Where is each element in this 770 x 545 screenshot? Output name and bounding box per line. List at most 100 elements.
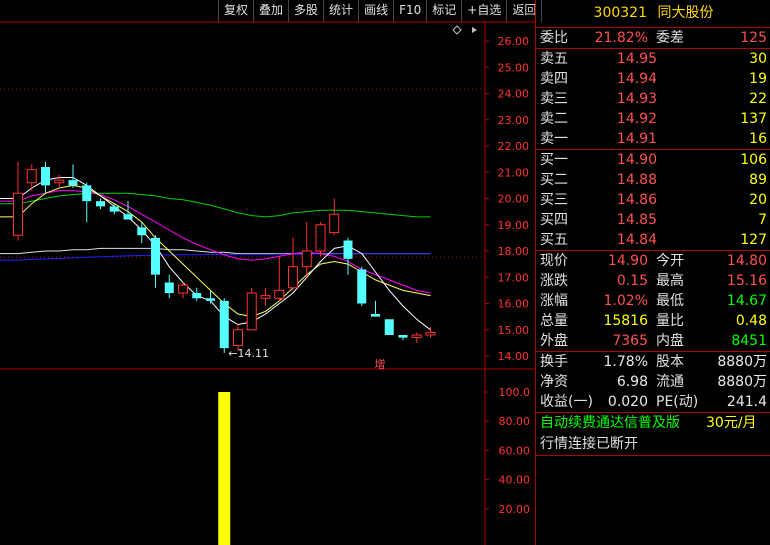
- indicator-tick-label: 40.00: [499, 474, 531, 487]
- candle-body: [301, 250, 312, 268]
- price-tick-label: 23.00: [498, 114, 530, 127]
- candle-body: [68, 180, 78, 186]
- candle-body: [288, 266, 298, 289]
- stock-name: 同大股份: [657, 5, 714, 21]
- candle-body: [164, 282, 174, 293]
- candle-body: [425, 331, 436, 336]
- bid-row: 买二 14.88 89: [536, 170, 770, 190]
- candle-body: [357, 269, 367, 304]
- bid-volume: 106: [740, 152, 767, 168]
- ask-price: 14.94: [616, 71, 657, 87]
- bid-volume: 89: [749, 172, 767, 188]
- stat-value: 15816: [603, 313, 648, 329]
- ask-label: 卖四: [540, 71, 568, 87]
- bid-row: 买一 14.90 106: [536, 150, 770, 170]
- bid-label: 买四: [540, 212, 568, 228]
- ask-price: 14.93: [616, 91, 657, 107]
- bid-row: 买三 14.86 20: [536, 190, 770, 210]
- stat-label: 现价: [540, 253, 568, 269]
- toolbar-biaoji-button[interactable]: 标记: [426, 0, 463, 22]
- candle-body: [178, 284, 188, 294]
- stat-row: 现价 14.90 今开 14.80: [536, 251, 770, 271]
- fundamentals: 换手 1.78% 股本 8880万 净资 6.98 流通 8880万 收益(一)…: [536, 352, 770, 413]
- fundamental-value: 8880万: [717, 374, 767, 390]
- toolbar-tongji-button[interactable]: 统计: [323, 0, 360, 22]
- stat-value: 15.16: [726, 273, 767, 289]
- fundamental-label: 净资: [540, 374, 568, 390]
- stat-label: 今开: [656, 253, 684, 269]
- stat-label: 总量: [540, 313, 568, 329]
- diamond-icon: [452, 25, 462, 35]
- stat-value: 0.15: [616, 273, 648, 289]
- candle-body: [384, 319, 394, 335]
- bid-row: 买五 14.84 127: [536, 230, 770, 250]
- stat-value: 14.80: [726, 253, 767, 269]
- indicator-tick-label: 60.00: [499, 444, 531, 457]
- subscription-banner[interactable]: 自动续费通达信普及版 30元/月: [536, 413, 770, 433]
- weicha-value: 125: [740, 30, 767, 46]
- chart-area[interactable]: 26.00 25.00 24.00 23.00 22.00 21.00 20.00 19.00…: [0, 0, 535, 545]
- ask-label: 卖一: [540, 131, 568, 147]
- bid-row: 买四 14.85 7: [536, 210, 770, 230]
- stat-label: 涨跌: [540, 273, 568, 289]
- fundamental-value: 8880万: [717, 354, 767, 370]
- stat-row: 总量 15816 量比 0.48: [536, 311, 770, 331]
- bid-price: 14.84: [616, 232, 657, 248]
- toolbar-duogu-button[interactable]: 多股: [288, 0, 325, 22]
- stat-row: 涨幅 1.02% 最低 14.67: [536, 291, 770, 311]
- bid-volume: 20: [749, 192, 767, 208]
- candle-body: [233, 329, 243, 346]
- ask-price: 14.92: [616, 111, 657, 127]
- toolbar-zixuan-button[interactable]: +自选: [461, 0, 508, 22]
- candle-body: [371, 314, 380, 317]
- ask-volume: 22: [749, 91, 767, 107]
- toolbar-huaxian-button[interactable]: 画线: [358, 0, 395, 22]
- chart-annotation: 增: [375, 357, 386, 371]
- moving-average-line: [0, 192, 431, 218]
- bid-label: 买三: [540, 192, 568, 208]
- bid-label: 买二: [540, 172, 568, 188]
- ask-row: 卖五 14.95 30: [536, 49, 770, 69]
- candle-body: [151, 237, 160, 275]
- candle-body: [82, 185, 92, 202]
- candle-body: [137, 227, 147, 236]
- candle-body: [96, 201, 105, 207]
- stat-label: 外盘: [540, 333, 568, 349]
- ask-book: 卖五 14.95 30 卖四 14.94 19 卖三 14.93 22 卖二 1…: [536, 49, 770, 150]
- price-tick-label: 17.00: [498, 271, 530, 284]
- stat-value: 1.02%: [603, 293, 648, 309]
- candle-body: [109, 206, 119, 212]
- bid-price: 14.85: [616, 212, 657, 228]
- bid-price: 14.88: [616, 172, 657, 188]
- candle-body: [123, 214, 133, 220]
- ask-volume: 137: [740, 111, 767, 127]
- fundamental-value: 6.98: [616, 374, 648, 390]
- price-tick-label: 25.00: [498, 61, 530, 74]
- stat-row: 涨跌 0.15 最高 15.16: [536, 271, 770, 291]
- fundamental-value: 1.78%: [603, 354, 648, 370]
- ask-label: 卖三: [540, 91, 568, 107]
- indicator-tick-label: 100.0: [499, 386, 531, 399]
- toolbar: 复权 叠加 多股 统计 画线 F10 标记 +自选 返回: [218, 0, 543, 22]
- subscription-text: 自动续费通达信普及版: [540, 415, 680, 431]
- toolbar-diejia-button[interactable]: 叠加: [253, 0, 290, 22]
- scroll-right-icon: [472, 27, 477, 33]
- price-tick-label: 15.00: [498, 324, 530, 337]
- candle-body: [398, 335, 408, 338]
- quote-panel: 300321 同大股份 委比 21.82% 委差 125 卖五 14.95 30…: [535, 0, 770, 545]
- ask-price: 14.95: [616, 51, 657, 67]
- ask-label: 卖五: [540, 51, 568, 67]
- stat-label: 涨幅: [540, 293, 568, 309]
- price-stats: 现价 14.90 今开 14.80 涨跌 0.15 最高 15.16 涨幅 1.…: [536, 251, 770, 352]
- fundamental-label: 流通: [656, 374, 684, 390]
- bid-price: 14.86: [616, 192, 657, 208]
- stat-value: 14.67: [726, 293, 767, 309]
- ask-volume: 16: [749, 131, 767, 147]
- toolbar-f10-button[interactable]: F10: [393, 0, 428, 22]
- toolbar-fuquan-button[interactable]: 复权: [218, 0, 255, 22]
- stat-label: 最低: [656, 293, 684, 309]
- fundamental-value: 0.020: [607, 394, 648, 410]
- candle-body: [329, 213, 340, 234]
- candle-body: [54, 179, 65, 184]
- price-tick-label: 19.00: [498, 219, 530, 232]
